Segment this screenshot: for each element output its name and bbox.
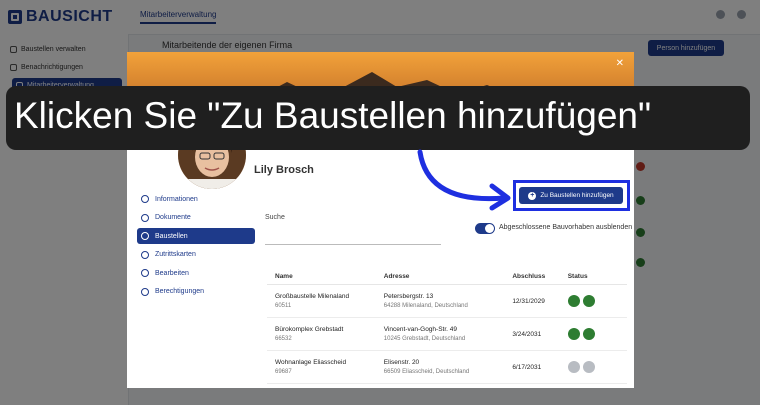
nav-item-dokumente[interactable]: Dokumente — [137, 210, 255, 226]
table-header: Name Adresse Abschluss Status — [267, 254, 627, 285]
site-city: 66509 Eliasscheid, Deutschland — [383, 369, 470, 375]
status-plan-icon[interactable] — [567, 328, 580, 340]
table-row[interactable]: Großbaustelle Milenaland 60511 Petersberg… — [267, 285, 627, 318]
nav-item-berechtigungen[interactable]: Berechtigungen — [137, 284, 255, 300]
column-header-name[interactable]: Name — [267, 273, 384, 280]
site-street: Elisenstr. 20 — [383, 359, 420, 366]
column-header-completion[interactable]: Abschluss — [512, 273, 567, 280]
construction-sites-table: Name Adresse Abschluss Status Großbauste… — [267, 254, 627, 384]
status-plan-icon[interactable] — [567, 295, 580, 307]
search-input[interactable] — [265, 224, 441, 245]
site-completion-date: 3/24/2031 — [512, 330, 542, 338]
site-id: 60511 — [275, 303, 292, 309]
site-id: 66532 — [275, 336, 292, 342]
info-icon — [141, 195, 149, 203]
plus-icon: + — [528, 191, 537, 200]
site-name: Bürokomplex Grebstadt — [275, 326, 344, 333]
nav-item-zutrittskarten[interactable]: Zutrittskarten — [137, 247, 255, 263]
status-document-icon[interactable] — [582, 328, 595, 340]
site-street: Vincent-van-Gogh-Str. 49 — [383, 326, 457, 333]
card-icon — [141, 250, 149, 259]
edit-icon — [141, 269, 149, 277]
nav-item-baustellen[interactable]: Baustellen — [137, 228, 255, 244]
site-city: 64288 Milenaland, Deutschland — [383, 303, 468, 309]
site-city: 10245 Grebstadt, Deutschland — [383, 336, 466, 342]
nav-item-bearbeiten[interactable]: Bearbeiten — [137, 265, 255, 281]
site-name: Wohnanlage Eliasscheid — [275, 359, 347, 366]
table-row[interactable]: Bürokomplex Grebstadt 66532 Vincent-van-G… — [267, 318, 627, 351]
nav-item-informationen[interactable]: Informationen — [137, 191, 255, 207]
instruction-text: Klicken Sie "Zu Baustellen hinzufügen" — [14, 95, 652, 136]
column-header-status: Status — [567, 273, 588, 280]
site-completion-date: 12/31/2029 — [512, 297, 545, 305]
status-plan-icon[interactable] — [567, 361, 580, 373]
person-name: Lily Brosch — [254, 164, 314, 176]
add-to-construction-sites-button[interactable]: + Zu Baustellen hinzufügen — [519, 187, 623, 204]
status-document-icon[interactable] — [582, 361, 595, 373]
site-street: Petersbergstr. 13 — [383, 293, 434, 300]
pointer-arrow-icon — [417, 149, 511, 211]
site-id: 69687 — [275, 369, 292, 375]
key-icon — [141, 287, 149, 296]
document-icon — [141, 213, 149, 222]
modal-nav: Informationen Dokumente Baustellen Zutri… — [137, 191, 255, 302]
site-name: Großbaustelle Milenaland — [275, 293, 350, 300]
toggle-label: Abgeschlossene Bauvorhaben ausblenden — [499, 224, 633, 231]
table-row[interactable]: Wohnanlage Eliasscheid 69687 Elisenstr. 2… — [267, 351, 627, 384]
close-icon[interactable]: ✕ — [616, 59, 624, 69]
column-header-address[interactable]: Adresse — [384, 273, 513, 280]
search-label: Suche — [265, 214, 285, 221]
site-completion-date: 6/17/2031 — [512, 363, 542, 371]
hide-completed-toggle[interactable] — [475, 223, 495, 234]
crane-icon — [141, 232, 149, 240]
status-document-icon[interactable] — [582, 295, 595, 307]
